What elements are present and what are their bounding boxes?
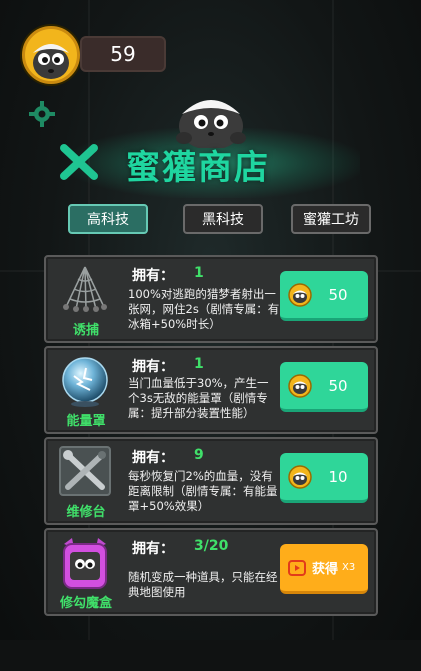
shop-title: 蜜獾商店 [126,148,270,188]
energy-orb-icon [62,357,108,407]
tab-badger-workshop[interactable]: 蜜獾工坊 [291,204,371,234]
watch-video-button[interactable]: 获得 X3 [280,544,368,594]
item-description: 100%对逃跑的猎梦者射出一张网，网住2s（剧情专属：有冰箱+50%时长） [128,287,280,331]
tab-black-tech[interactable]: 黑科技 [183,204,263,234]
price: 50 [328,376,348,395]
shop-item-trap: 诱捕 拥有： 1 100%对逃跑的猎梦者射出一张网，网住2s（剧情专属：有冰箱+… [44,255,378,343]
coin-icon [288,373,312,398]
coin-icon [288,464,312,489]
badger-avatar-icon [33,44,69,79]
buy-button[interactable]: 50 [280,362,368,412]
own-count: 1 [194,265,204,281]
own-count: 9 [194,447,204,463]
own-label: 拥有： [132,541,174,557]
item-name: 能量罩 [66,414,106,429]
coin-count: 59 [110,42,136,66]
item-description: 随机变成一种道具，只能在经典地图使用 [128,570,278,599]
item-name: 诱捕 [72,323,99,338]
own-count: 3/20 [194,538,229,554]
tab-label: 黑科技 [202,212,244,228]
gear-icon[interactable] [28,100,56,128]
net-icon [63,266,107,312]
tab-high-tech[interactable]: 高科技 [68,204,148,234]
item-description: 每秒恢复门2%的血量，没有距离限制（剧情专属：有能量罩+50%效果） [128,469,278,513]
own-label: 拥有： [132,359,174,375]
price: 10 [328,467,348,486]
shop-item-repair-station: 维修台 拥有： 9 每秒恢复门2%的血量，没有距离限制（剧情专属：有能量罩+50… [44,437,378,525]
shop-item-magic-box: 修勾魔盒 拥有： 3/20 随机变成一种道具，只能在经典地图使用 获得 X3 [44,528,378,616]
bottom-bar [0,640,421,671]
get-label: 获得 [312,562,339,577]
own-label: 拥有： [132,450,174,466]
tab-label: 高科技 [87,212,129,228]
tab-label: 蜜獾工坊 [303,212,359,228]
own-label: 拥有： [132,268,174,284]
price: 50 [328,285,348,304]
buy-button[interactable]: 10 [280,453,368,503]
wrench-screwdriver-icon [59,446,111,496]
video-icon [288,559,306,576]
coin-icon [288,282,312,307]
own-count: 1 [194,356,204,372]
magic-box-icon [63,538,107,589]
item-name: 维修台 [66,505,106,520]
badger-mascot-icon [176,100,246,148]
multiplier-label: X3 [342,562,356,573]
close-icon[interactable] [58,142,100,182]
shop-item-energy-shield: 能量罩 拥有： 1 当门血量低于30%，产生一个3s无敌的能量罩（剧情专属：提升… [44,346,378,434]
player-avatar[interactable] [22,26,80,84]
item-name: 修勾魔盒 [59,596,112,611]
item-description: 当门血量低于30%，产生一个3s无敌的能量罩（剧情专属：提升部分装置性能） [128,376,269,420]
buy-button[interactable]: 50 [280,271,368,321]
coin-counter: 59 [80,36,166,72]
